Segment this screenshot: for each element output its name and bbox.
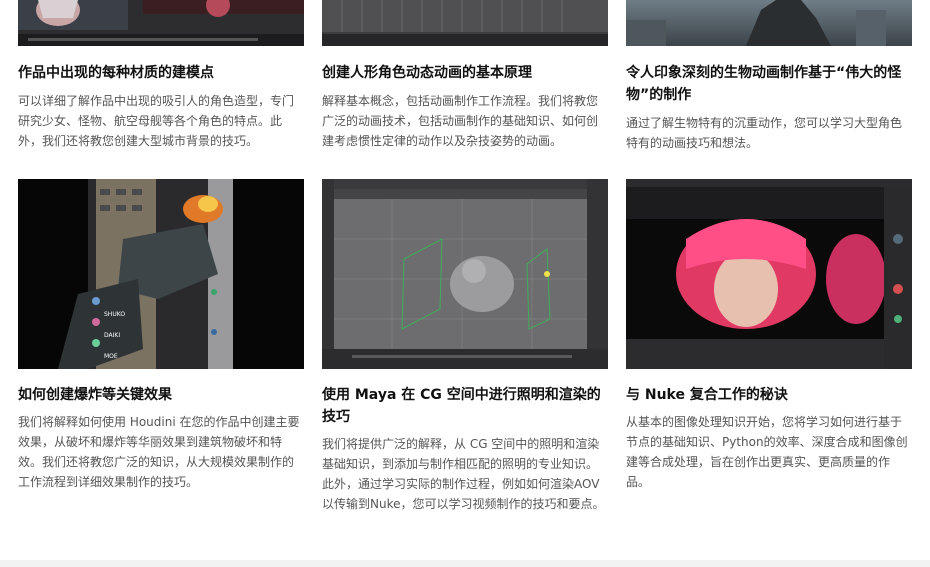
section-bottom-divider	[0, 560, 930, 567]
thumbnail-lighting-art	[322, 179, 608, 369]
card-desc-animation: 解释基本概念，包括动画制作工作流程。我们将教您广泛的动画技术，包括动画制作的基础…	[322, 94, 599, 148]
card-title-nuke[interactable]: 与 Nuke 复合工作的秘诀	[626, 384, 916, 406]
card-title-effects[interactable]: 如何创建爆炸等关键效果	[18, 384, 308, 406]
thumbnail-animation[interactable]	[322, 0, 608, 46]
card-desc-effects: 我们将解释如何使用 Houdini 在您的作品中创建主要效果，从破坏和爆炸等华丽…	[18, 415, 300, 489]
card-desc-nuke: 从基本的图像处理知识开始，您将学习如何进行基于节点的基础知识、Python的效率…	[626, 415, 908, 489]
card-desc-lighting: 我们将提供广泛的解释，从 CG 空间中的照明和渲染基础知识，到添加与制作相匹配的…	[322, 437, 605, 511]
thumbnail-modeling[interactable]	[18, 0, 304, 46]
card-title-lighting[interactable]: 使用 Maya 在 CG 空间中进行照明和渲染的技巧	[322, 384, 612, 428]
card-desc-modeling: 可以详细了解作品中出现的吸引人的角色造型，专门研究少女、怪物、航空母舰等各个角色…	[18, 94, 295, 148]
card-desc-creature: 通过了解生物特有的沉重动作，您可以学习大型角色特有的动画技巧和想法。	[626, 116, 903, 150]
thumbnail-effects-art	[18, 179, 304, 369]
chat-user-shuko: SHUKO	[104, 311, 126, 318]
card-title-modeling[interactable]: 作品中出现的每种材质的建模点	[18, 62, 308, 84]
thumbnail-nuke[interactable]	[626, 179, 912, 369]
card-title-creature[interactable]: 令人印象深刻的生物动画制作基于“伟大的怪物”的制作	[626, 62, 916, 106]
chat-overlay: SHUKO DAIKI MOE	[104, 304, 125, 367]
thumbnail-nuke-art	[626, 179, 912, 369]
thumbnail-modeling-art	[18, 0, 304, 46]
chat-user-moe: MOE	[104, 353, 118, 360]
thumbnail-lighting[interactable]	[322, 179, 608, 369]
thumbnail-effects[interactable]: SHUKO DAIKI MOE	[18, 179, 304, 369]
thumbnail-animation-art	[322, 0, 608, 46]
card-title-animation[interactable]: 创建人形角色动态动画的基本原理	[322, 62, 612, 84]
chat-user-daiki: DAIKI	[104, 332, 121, 339]
thumbnail-creature-art	[626, 0, 912, 46]
thumbnail-creature[interactable]	[626, 0, 912, 46]
